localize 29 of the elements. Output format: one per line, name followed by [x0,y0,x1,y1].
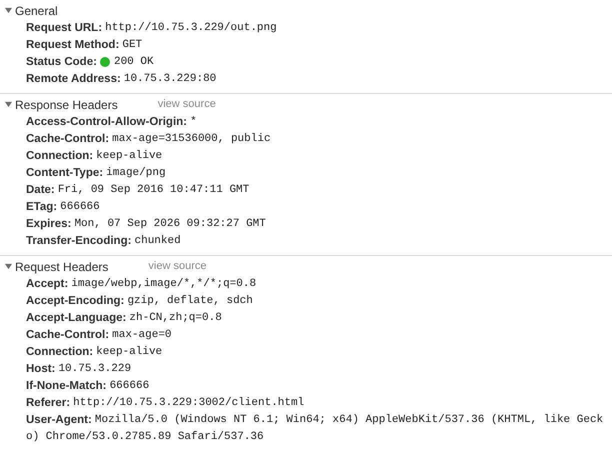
header-row-text: ETag: 666666 [25,200,101,215]
header-row-text: Request URL: http://10.75.3.229/out.png [25,21,278,36]
header-row-text: Expires: Mon, 07 Sep 2026 09:32:27 GMT [25,217,267,232]
header-row-text: Accept-Encoding: gzip, deflate, sdch [25,294,254,309]
section-title[interactable]: Request Headers [15,258,108,276]
header-row-text: Cache-Control: max-age=31536000, public [25,132,272,147]
collapse-triangle-icon[interactable] [5,101,12,108]
header-row-text: Referer: http://10.75.3.229:3002/client.html [25,396,306,411]
header-row-text: Connection: keep-alive [25,345,164,360]
header-row-text: Transfer-Encoding: chunked [25,234,182,249]
header-row-text: Content-Type: image/png [25,166,167,181]
header-row-text: If-None-Match: 666666 [25,379,150,394]
section-title[interactable]: Response Headers [15,96,118,114]
header-row-text: Date: Fri, 09 Sep 2016 10:47:11 GMT [25,183,250,198]
header-row-text: Status Code: 200 OK [25,55,155,70]
header-row-text: Host: 10.75.3.229 [25,362,132,377]
header-row-text: Connection: keep-alive [25,149,164,164]
view-source-link[interactable]: view source [148,258,206,275]
header-row-text: User-Agent: Mozilla/5.0 (Windows NT 6.1; Win64; x64) AppleWebKit/537.36 (KHTML, like Gecko) Chrome/53.0.2785.89 Safari/537.36 [25,413,604,445]
header-row-text: Access-Control-Allow-Origin: * [25,115,198,130]
status-dot-icon [100,57,110,67]
collapse-triangle-icon[interactable] [5,7,12,14]
header-row-text: Accept-Language: zh-CN,zh;q=0.8 [25,311,223,326]
header-row-text: Accept: image/webp,image/*,*/*;q=0.8 [25,277,258,292]
header-row-text: Remote Address: 10.75.3.229:80 [25,72,218,87]
collapse-triangle-icon[interactable] [5,263,12,270]
section-title[interactable]: General [15,2,58,20]
header-row-text: Cache-Control: max-age=0 [25,328,173,343]
header-row-text: Request Method: GET [25,38,144,53]
